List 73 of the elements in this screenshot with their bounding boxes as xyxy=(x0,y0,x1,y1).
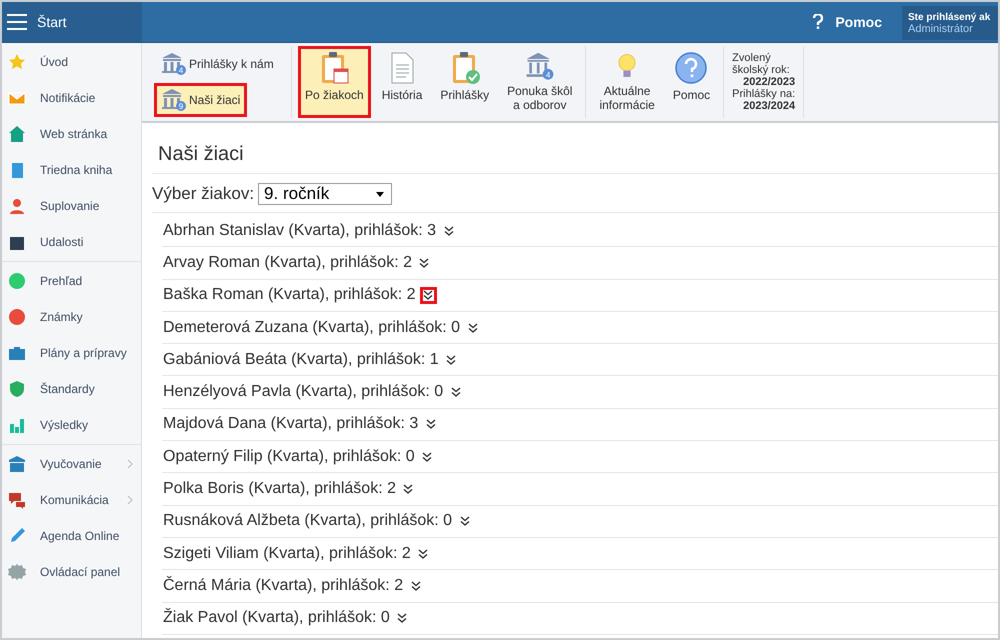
sidebar-item[interactable]: Úvod xyxy=(2,44,141,80)
student-entry[interactable]: Demeterová Zuzana (Kvarta), prihlášok: 0 xyxy=(163,318,460,337)
grade-select[interactable]: 9. ročník xyxy=(258,183,392,205)
ribbon-button[interactable]: 9 Naši žiaci xyxy=(154,83,248,117)
chat-icon xyxy=(8,491,26,509)
student-entry[interactable]: Abrhan Stanislav (Kvarta), prihlášok: 3 xyxy=(163,222,436,240)
sidebar-item[interactable]: Triedna kniha xyxy=(2,152,141,188)
house-icon xyxy=(8,125,26,143)
expand-button[interactable] xyxy=(420,286,437,304)
person-icon xyxy=(8,197,26,215)
sidebar-item[interactable]: Ovládací panel xyxy=(2,554,141,590)
page-title: Naši žiaci xyxy=(152,123,998,174)
applications-label: Prihlášky na: xyxy=(732,88,796,100)
start-title[interactable]: Štart xyxy=(37,14,67,30)
double-chevron-down-icon xyxy=(419,258,430,268)
sidebar-item[interactable]: Prehľad xyxy=(2,263,141,299)
ribbon-button[interactable]: Aktuálne informácie xyxy=(592,46,662,118)
menu-icon[interactable] xyxy=(7,14,27,30)
applications-year-value: 2023/2024 xyxy=(742,100,796,112)
double-chevron-down-icon xyxy=(446,354,456,365)
sidebar-item[interactable]: Vyučovanie xyxy=(2,446,141,482)
double-chevron-down-icon xyxy=(403,484,414,494)
shield-icon xyxy=(8,380,26,398)
sidebar-item[interactable]: Web stránka xyxy=(2,116,141,152)
double-chevron-down-icon xyxy=(444,226,454,236)
double-chevron-down-icon xyxy=(423,290,434,300)
student-entry[interactable]: Henzélyová Pavla (Kvarta), prihlášok: 0 xyxy=(163,383,444,402)
sidebar-item[interactable]: Štandardy xyxy=(2,371,141,407)
school-year-value: 2022/2023 xyxy=(742,76,796,88)
filter-label: Výber žiakov: xyxy=(152,184,254,204)
help-button[interactable]: Pomoc xyxy=(813,14,882,30)
double-chevron-down-icon xyxy=(410,580,421,591)
ribbon-button[interactable]: Po žiakoch xyxy=(298,46,371,118)
pen-icon xyxy=(8,527,26,545)
sidebar-item[interactable]: Výsledky xyxy=(2,407,141,443)
student-entry[interactable]: Szigeti Viliam (Kvarta), prihlášok: 2 xyxy=(163,544,411,563)
sidebar-item[interactable]: Komunikácia xyxy=(2,482,141,518)
student-entry[interactable]: Baška Roman (Kvarta), prihlášok: 2 xyxy=(163,286,416,304)
bars-icon xyxy=(8,416,26,434)
double-chevron-down-icon xyxy=(450,387,461,398)
sidebar-item[interactable]: Známky xyxy=(2,299,141,335)
double-chevron-down-icon xyxy=(397,613,408,624)
ribbon-button[interactable]: 4 Prihlášky k nám xyxy=(154,47,281,81)
student-entry[interactable]: Rusnáková Alžbeta (Kvarta), prihlášok: 0 xyxy=(163,512,452,530)
double-chevron-down-icon xyxy=(468,322,478,333)
ribbon-button[interactable]: História xyxy=(374,46,430,118)
double-chevron-down-icon xyxy=(460,516,470,526)
sidebar-item[interactable]: Udalosti xyxy=(2,224,141,260)
help-icon xyxy=(813,14,824,30)
student-entry[interactable]: Majdová Dana (Kvarta), prihlášok: 3 xyxy=(163,415,418,434)
ribbon-button[interactable]: 4 Ponuka škôl a odborov xyxy=(500,46,580,118)
student-entry[interactable]: Gabániová Beáta (Kvarta), prihlášok: 1 xyxy=(163,350,439,369)
help-icon xyxy=(674,51,708,85)
student-entry[interactable]: Arvay Roman (Kvarta), prihlášok: 2 xyxy=(163,254,412,272)
dropdown-arrow-icon xyxy=(376,192,384,196)
ribbon-button[interactable]: Pomoc xyxy=(666,46,718,118)
student-entry[interactable]: Černá Mária (Kvarta), prihlášok: 2 xyxy=(163,576,404,595)
school-year-label: Zvolený školský rok: xyxy=(732,52,791,76)
user-name[interactable]: Administrátor xyxy=(908,22,998,34)
ribbon-button[interactable]: Prihlášky xyxy=(433,46,496,118)
user-label: Ste prihlásený ak xyxy=(908,12,992,22)
sidebar-item[interactable]: Notifikácie xyxy=(2,80,141,116)
star-icon xyxy=(8,53,26,71)
student-entry[interactable]: Žiak Pavol (Kvarta), prihlášok: 0 xyxy=(163,609,390,628)
sidebar-item[interactable]: Suplovanie xyxy=(2,188,141,224)
student-entry[interactable]: Polka Boris (Kvarta), prihlášok: 2 xyxy=(163,480,396,498)
briefcase-icon xyxy=(8,344,26,362)
double-chevron-down-icon xyxy=(426,419,436,430)
student-entry[interactable]: Opaterný Filip (Kvarta), prihlášok: 0 xyxy=(163,448,415,466)
sidebar-item[interactable]: Agenda Online xyxy=(2,518,141,554)
sidebar-item[interactable]: Plány a prípravy xyxy=(2,335,141,371)
double-chevron-down-icon xyxy=(422,452,432,462)
double-chevron-down-icon xyxy=(418,548,428,559)
